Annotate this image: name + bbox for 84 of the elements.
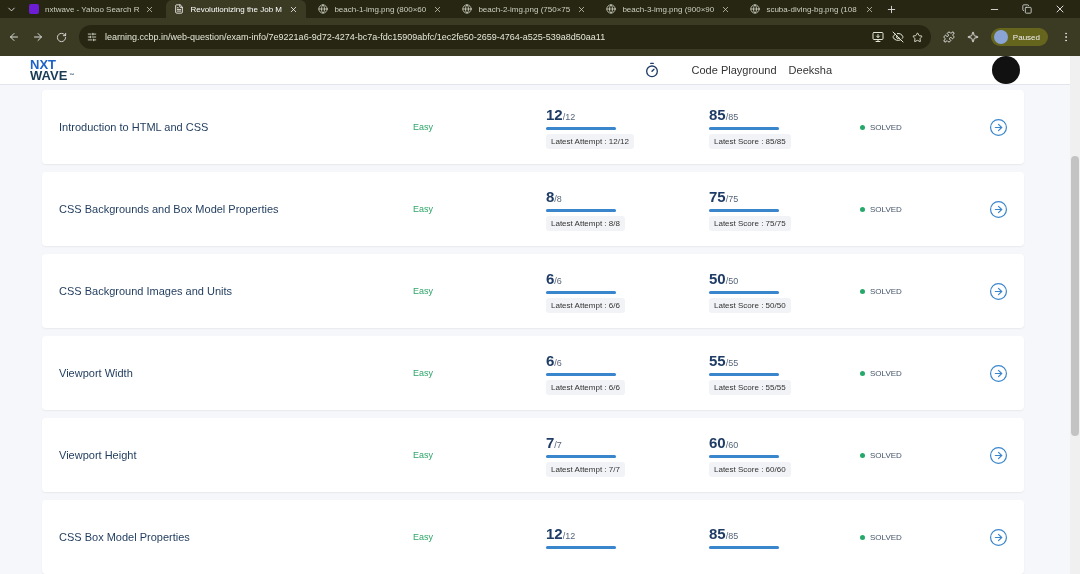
forward-icon[interactable] (32, 31, 44, 43)
avatar[interactable] (992, 56, 1020, 84)
nav-link[interactable]: Code Playground (691, 64, 777, 76)
score: 85/85 (709, 105, 739, 123)
back-icon[interactable] (8, 31, 20, 43)
new-tab-icon[interactable] (886, 3, 898, 15)
score: 6/6 (546, 351, 562, 369)
globe-icon (750, 4, 761, 14)
latest-label: Latest Score : 85/85 (709, 133, 791, 149)
status: SOLVED (870, 450, 902, 460)
reload-icon[interactable] (56, 31, 67, 43)
site-settings-icon[interactable] (87, 32, 97, 42)
status: SOLVED (870, 286, 902, 296)
close-icon[interactable] (289, 4, 299, 14)
latest-label: Latest Score : 60/60 (709, 461, 791, 477)
score: 75/75 (709, 187, 739, 205)
eye-off-icon[interactable] (891, 31, 904, 43)
restore-icon[interactable] (1022, 4, 1032, 14)
score: 6/6 (546, 269, 562, 287)
close-icon[interactable] (577, 4, 587, 14)
score: 55/55 (709, 351, 739, 369)
browser-tab[interactable]: Revolutionizing the Job M (166, 0, 307, 18)
open-button[interactable] (989, 445, 1008, 465)
difficulty: Easy (413, 450, 434, 460)
open-button[interactable] (989, 363, 1008, 383)
globe-icon (318, 4, 329, 14)
profile-status: Paused (1012, 32, 1040, 42)
score: 12/12 (546, 105, 576, 123)
timer-icon[interactable] (643, 62, 660, 78)
extensions-icon[interactable] (942, 31, 955, 43)
difficulty: Easy (413, 286, 434, 296)
address-bar[interactable]: learning.ccbp.in/web-question/exam-info/7e9221a6-9d72-4274-bc7a-fdc15909abfc/1ec2fe50-2659-4764-a525-539a8d50aa11 (79, 25, 931, 49)
avatar (993, 30, 1008, 44)
star-icon[interactable] (911, 31, 923, 43)
difficulty: Easy (413, 122, 434, 132)
status: SOLVED (870, 204, 902, 214)
score: 85/85 (709, 525, 739, 542)
open-button[interactable] (989, 527, 1008, 547)
question-title: Viewport Width (59, 367, 134, 379)
profile-button[interactable]: Paused (990, 28, 1048, 46)
difficulty: Easy (413, 532, 434, 542)
close-icon[interactable] (865, 4, 875, 14)
close-icon[interactable] (433, 4, 443, 14)
latest-label: Latest Attempt : 6/6 (546, 297, 625, 313)
browser-tab[interactable]: nxtwave - Yahoo Search R (21, 0, 163, 18)
question-title: CSS Background Images and Units (59, 285, 234, 297)
score: 50/50 (709, 269, 739, 287)
open-button[interactable] (989, 199, 1008, 219)
close-icon[interactable] (1054, 3, 1066, 15)
latest-label: Latest Attempt : 8/8 (546, 215, 625, 231)
latest-label: Latest Score : 50/50 (709, 297, 791, 313)
difficulty: Easy (413, 368, 434, 378)
globe-icon (462, 4, 473, 14)
status: SOLVED (870, 368, 902, 378)
latest-label: Latest Attempt : 12/12 (546, 133, 634, 149)
latest-label: Latest Attempt : 7/7 (546, 461, 625, 477)
open-button[interactable] (989, 281, 1008, 301)
browser-tab[interactable]: scuba-diving-bg.png (108 (742, 0, 883, 18)
close-icon[interactable] (145, 4, 155, 14)
page-icon (174, 4, 185, 14)
status: SOLVED (870, 122, 902, 132)
close-icon[interactable] (721, 4, 731, 14)
score: 60/60 (709, 433, 739, 451)
status: SOLVED (870, 532, 902, 542)
score: 8/8 (546, 187, 562, 205)
question-title: Introduction to HTML and CSS (59, 121, 210, 133)
difficulty: Easy (413, 204, 434, 214)
sparkle-icon[interactable] (966, 31, 979, 43)
globe-icon (606, 4, 617, 14)
nav-link[interactable]: Deeksha (788, 64, 832, 76)
browser-tab[interactable]: beach-2-img.png (750×75 (454, 0, 595, 18)
latest-label: Latest Score : 55/55 (709, 379, 791, 395)
question-title: Viewport Height (59, 449, 138, 461)
latest-label: Latest Attempt : 6/6 (546, 379, 625, 395)
open-button[interactable] (989, 117, 1008, 137)
install-icon[interactable] (871, 31, 884, 43)
browser-tab[interactable]: beach-1-img.png (800×60 (310, 0, 451, 18)
score: 12/12 (546, 525, 576, 542)
score: 7/7 (546, 433, 562, 451)
question-title: CSS Backgrounds and Box Model Properties (59, 203, 280, 215)
question-title: CSS Box Model Properties (59, 531, 191, 543)
latest-label: Latest Score : 75/75 (709, 215, 791, 231)
scrollbar[interactable] (1070, 56, 1080, 574)
browser-tab[interactable]: beach-3-img.png (900×90 (598, 0, 739, 18)
